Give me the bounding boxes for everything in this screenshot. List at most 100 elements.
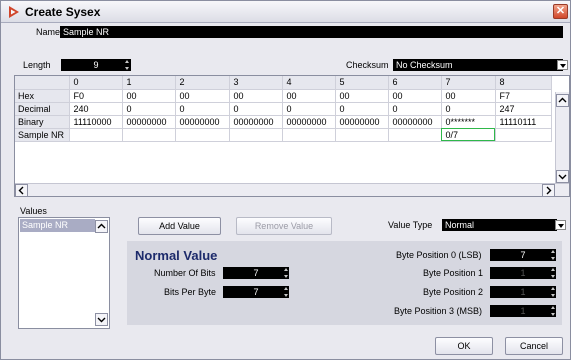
grid-cell[interactable]: 0 bbox=[229, 102, 283, 116]
column-header: 8 bbox=[495, 76, 552, 90]
ok-button[interactable]: OK bbox=[435, 337, 493, 355]
grid-cell[interactable]: 0 bbox=[441, 102, 496, 116]
grid-header-row: 0 1 2 3 4 5 6 7 8 bbox=[15, 76, 552, 90]
grid-cell[interactable] bbox=[69, 128, 123, 142]
grid-cell[interactable]: 00 bbox=[441, 89, 496, 103]
close-icon: ✕ bbox=[555, 5, 566, 17]
byte-position-1-input[interactable]: 1 bbox=[490, 267, 556, 279]
byte-position-3-spinner[interactable] bbox=[551, 305, 556, 317]
grid-cell[interactable]: 00000000 bbox=[229, 115, 283, 129]
cancel-button[interactable]: Cancel bbox=[505, 337, 563, 355]
byte-position-1-label: Byte Position 1 bbox=[423, 268, 484, 278]
checksum-dropdown-button[interactable] bbox=[557, 60, 568, 70]
grid-cell[interactable] bbox=[229, 128, 283, 142]
row-header: Sample NR bbox=[15, 128, 70, 142]
sysex-grid: 0 1 2 3 4 5 6 7 8 Hex F0 00 00 00 00 00 … bbox=[14, 75, 570, 197]
byte-position-0-spinner[interactable] bbox=[551, 249, 556, 261]
scroll-left-button[interactable] bbox=[15, 184, 28, 197]
byte-position-0-value: 7 bbox=[520, 250, 526, 260]
length-label: Length bbox=[23, 60, 51, 70]
grid-cell[interactable]: 240 bbox=[69, 102, 123, 116]
byte-position-1-value: 1 bbox=[520, 268, 526, 278]
chevron-left-icon bbox=[18, 186, 24, 195]
values-scroll-down-button[interactable] bbox=[95, 313, 108, 326]
bits-per-byte-input[interactable]: 7 bbox=[223, 286, 289, 298]
grid-cell[interactable]: 00000000 bbox=[122, 115, 176, 129]
bits-per-byte-value: 7 bbox=[253, 287, 259, 297]
number-of-bits-input[interactable]: 7 bbox=[223, 267, 289, 279]
create-sysex-dialog: Create Sysex ✕ Name Sample NR Length 9 C… bbox=[0, 0, 571, 360]
bits-per-byte-spinner[interactable] bbox=[284, 286, 289, 298]
grid-cell[interactable] bbox=[335, 128, 389, 142]
value-type-select[interactable]: Normal bbox=[442, 219, 557, 231]
grid-vertical-scrollbar[interactable] bbox=[555, 92, 569, 185]
length-input[interactable]: 9 bbox=[61, 59, 131, 71]
column-header: 6 bbox=[388, 76, 442, 90]
row-header: Hex bbox=[15, 89, 70, 103]
grid-cell[interactable]: 0 bbox=[388, 102, 442, 116]
grid-cell[interactable]: 0 bbox=[335, 102, 389, 116]
length-spinner[interactable] bbox=[125, 59, 130, 71]
remove-value-button[interactable]: Remove Value bbox=[236, 217, 332, 235]
grid-cell[interactable]: 00 bbox=[122, 89, 176, 103]
grid-cell[interactable]: 00 bbox=[335, 89, 389, 103]
value-type-dropdown-button[interactable] bbox=[555, 220, 566, 230]
checksum-select[interactable]: No Checksum bbox=[393, 59, 563, 71]
chevron-down-icon bbox=[97, 317, 106, 323]
byte-position-2-input[interactable]: 1 bbox=[490, 286, 556, 298]
grid-cell[interactable]: 00000000 bbox=[335, 115, 389, 129]
values-scroll-up-button[interactable] bbox=[95, 220, 108, 233]
chevron-up-icon bbox=[97, 223, 106, 229]
grid-cell[interactable]: 00 bbox=[229, 89, 283, 103]
grid-cell[interactable]: 11110000 bbox=[69, 115, 123, 129]
grid-cell[interactable]: 00 bbox=[282, 89, 336, 103]
byte-position-3-value: 1 bbox=[520, 306, 526, 316]
normal-value-title: Normal Value bbox=[135, 248, 218, 263]
grid-cell[interactable]: 00 bbox=[175, 89, 230, 103]
values-list-item[interactable]: Sample NR bbox=[20, 219, 95, 232]
close-button[interactable]: ✕ bbox=[553, 4, 568, 19]
chevron-up-icon bbox=[558, 97, 567, 103]
grid-cell[interactable]: 0 bbox=[175, 102, 230, 116]
grid-cell[interactable]: 00000000 bbox=[175, 115, 230, 129]
scroll-up-button[interactable] bbox=[556, 94, 569, 107]
grid-horizontal-scrollbar[interactable] bbox=[15, 183, 569, 197]
byte-position-3-input[interactable]: 1 bbox=[490, 305, 556, 317]
selected-grid-cell[interactable]: 0/7 bbox=[441, 128, 496, 142]
byte-position-1-spinner[interactable] bbox=[551, 267, 556, 279]
checksum-value: No Checksum bbox=[396, 60, 453, 70]
number-of-bits-label: Number Of Bits bbox=[154, 268, 216, 278]
byte-position-0-label: Byte Position 0 (LSB) bbox=[396, 250, 482, 260]
name-input[interactable]: Sample NR bbox=[60, 26, 563, 38]
chevron-down-icon bbox=[558, 174, 567, 180]
grid-cell[interactable] bbox=[388, 128, 442, 142]
title-bar: Create Sysex ✕ bbox=[1, 1, 570, 23]
grid-cell[interactable]: F7 bbox=[495, 89, 552, 103]
number-of-bits-spinner[interactable] bbox=[284, 267, 289, 279]
grid-cell[interactable]: 00000000 bbox=[282, 115, 336, 129]
scroll-down-button[interactable] bbox=[556, 170, 569, 183]
grid-cell[interactable]: 0******* bbox=[441, 115, 496, 129]
grid-cell[interactable]: 00000000 bbox=[388, 115, 442, 129]
grid-cell[interactable]: 0 bbox=[282, 102, 336, 116]
length-value: 9 bbox=[93, 60, 99, 70]
column-header: 1 bbox=[122, 76, 176, 90]
grid-cell[interactable] bbox=[495, 128, 552, 142]
chevron-right-icon bbox=[546, 186, 552, 195]
grid-row-binary: Binary 11110000 00000000 00000000 000000… bbox=[15, 115, 552, 129]
grid-cell[interactable]: 0 bbox=[122, 102, 176, 116]
add-value-button[interactable]: Add Value bbox=[138, 217, 221, 235]
grid-cell[interactable] bbox=[122, 128, 176, 142]
grid-cell[interactable]: 11110111 bbox=[495, 115, 552, 129]
grid-cell[interactable] bbox=[282, 128, 336, 142]
grid-cell[interactable]: 00 bbox=[388, 89, 442, 103]
scroll-right-button[interactable] bbox=[542, 184, 555, 197]
values-list[interactable]: Sample NR bbox=[18, 217, 110, 329]
byte-position-2-spinner[interactable] bbox=[551, 286, 556, 298]
values-label: Values bbox=[20, 206, 47, 216]
grid-cell[interactable]: F0 bbox=[69, 89, 123, 103]
window-title: Create Sysex bbox=[25, 5, 101, 19]
grid-cell[interactable]: 247 bbox=[495, 102, 552, 116]
grid-cell[interactable] bbox=[175, 128, 230, 142]
byte-position-0-input[interactable]: 7 bbox=[490, 249, 556, 261]
